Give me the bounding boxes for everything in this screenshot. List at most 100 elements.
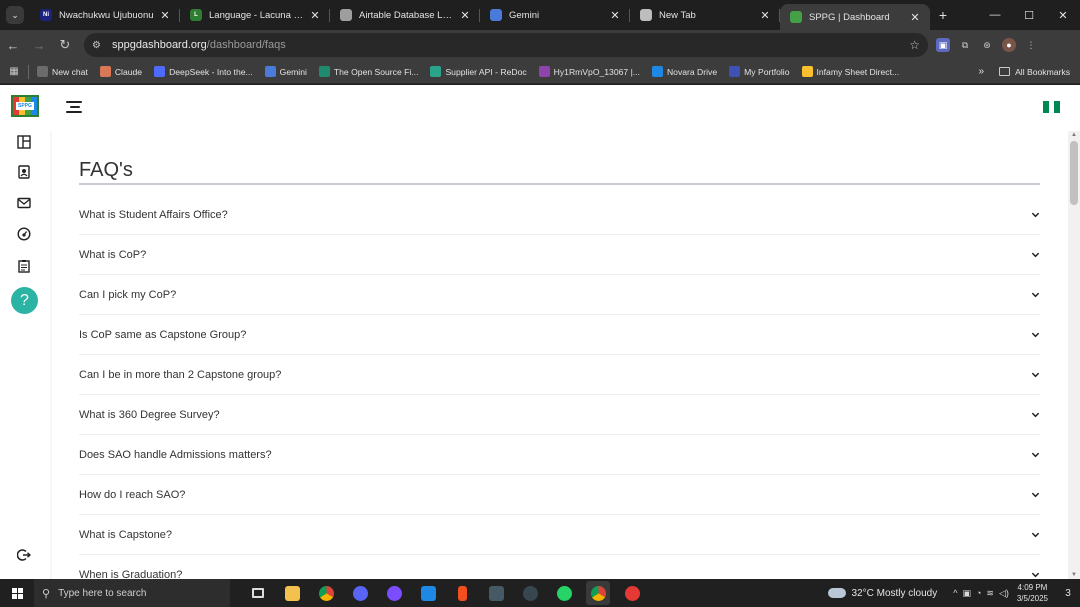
notification-icon[interactable]: 3	[1056, 579, 1080, 607]
faq-item[interactable]: When is Graduation?	[79, 555, 1040, 579]
bookmark-item[interactable]: Claude	[99, 66, 142, 77]
tab-close-icon[interactable]: ✕	[758, 9, 772, 22]
faq-item[interactable]: Does SAO handle Admissions matters?	[79, 435, 1040, 475]
tab-search-icon[interactable]: ⌄	[6, 6, 24, 24]
sppg-logo[interactable]: SPPG	[11, 95, 39, 117]
bookmark-item[interactable]: The Open Source Fi...	[318, 66, 418, 77]
apps-grid-icon[interactable]: ▦	[0, 66, 28, 77]
chevron-down-icon[interactable]	[1030, 530, 1040, 540]
app-icon[interactable]	[382, 581, 406, 605]
discord-icon[interactable]	[348, 581, 372, 605]
faq-item[interactable]: Is CoP same as Capstone Group?	[79, 315, 1040, 355]
reload-icon[interactable]: ↻	[52, 32, 78, 58]
faq-item[interactable]: What is Student Affairs Office?	[79, 195, 1040, 235]
faq-item[interactable]: What is Capstone?	[79, 515, 1040, 555]
bookmark-item[interactable]: DeepSeek - Into the...	[154, 66, 253, 77]
bookmark-item[interactable]: Gemini	[264, 66, 307, 77]
scroll-up-icon[interactable]: ▲	[1071, 132, 1077, 138]
tab-close-icon[interactable]: ✕	[158, 9, 172, 22]
logout-icon[interactable]	[16, 548, 32, 562]
browser-tab[interactable]: L Language - Lacuna Fund ✕	[180, 0, 330, 30]
browser-tab[interactable]: Airtable Database Limitatio ✕	[330, 0, 480, 30]
browser-tab[interactable]: New Tab ✕	[630, 0, 780, 30]
chevron-up-icon[interactable]: ^	[953, 588, 957, 599]
faq-item[interactable]: What is 360 Degree Survey?	[79, 395, 1040, 435]
mail-icon[interactable]	[17, 196, 31, 210]
faq-item[interactable]: What is CoP?	[79, 235, 1040, 275]
chevron-down-icon[interactable]	[1030, 290, 1040, 300]
faq-item[interactable]: Can I pick my CoP?	[79, 275, 1040, 315]
chevron-down-icon[interactable]	[1030, 210, 1040, 220]
bookmark-item[interactable]: Supplier API - ReDoc	[430, 66, 527, 77]
chevron-down-icon[interactable]	[1030, 250, 1040, 260]
page-scrollbar[interactable]: ▲ ▼	[1068, 131, 1080, 579]
app-icon-2[interactable]	[518, 581, 542, 605]
volume-icon[interactable]: ◁)	[999, 588, 1009, 599]
back-icon[interactable]: ←	[0, 32, 26, 58]
faq-item[interactable]: How do I reach SAO?	[79, 475, 1040, 515]
browser-tab[interactable]: SPPG | Dashboard ✕	[780, 4, 930, 30]
chevron-down-icon[interactable]	[1030, 370, 1040, 380]
help-icon[interactable]: ?	[11, 287, 38, 314]
resolve-icon[interactable]	[484, 581, 508, 605]
vscode-icon[interactable]	[416, 581, 440, 605]
bookmark-item[interactable]: My Portfolio	[729, 66, 790, 77]
extension-icon[interactable]: ▣	[936, 38, 950, 52]
wifi-icon[interactable]: ≋	[986, 588, 994, 599]
menu-toggle-icon[interactable]	[66, 101, 82, 113]
tab-close-icon[interactable]: ✕	[608, 9, 622, 22]
task-view-icon[interactable]	[246, 581, 270, 605]
chrome-profile-icon[interactable]	[586, 581, 610, 605]
menu-kebab-icon[interactable]: ⋮	[1024, 38, 1038, 52]
figma-icon[interactable]	[450, 581, 474, 605]
chevron-down-icon[interactable]	[1030, 570, 1040, 580]
close-window-icon[interactable]: ✕	[1046, 0, 1080, 30]
contacts-icon[interactable]	[17, 165, 31, 179]
chrome-profile-2-icon[interactable]	[620, 581, 644, 605]
site-info-icon[interactable]: ⚙	[92, 40, 106, 51]
puzzle-icon[interactable]: ⧉	[958, 38, 972, 52]
bookmark-item[interactable]: New chat	[37, 66, 88, 77]
minimize-icon[interactable]: —	[978, 0, 1012, 30]
scroll-down-icon[interactable]: ▼	[1071, 572, 1077, 578]
network-icon[interactable]: ◔	[976, 588, 981, 599]
dashboard-icon[interactable]	[17, 135, 31, 149]
tab-close-icon[interactable]: ✕	[308, 9, 322, 22]
browser-tab[interactable]: Ni Nwachukwu Ujubuonu ✕	[30, 0, 180, 30]
bookmark-item[interactable]: Hy1RmVpO_13067 |...	[538, 66, 640, 77]
weather-widget[interactable]: 32°C Mostly cloudy	[827, 588, 937, 599]
new-tab-button[interactable]: +	[930, 7, 956, 23]
browser-tab[interactable]: Gemini ✕	[480, 0, 630, 30]
address-bar[interactable]: ⚙ sppgdashboard.org/dashboard/faqs ☆	[84, 33, 928, 57]
profile-avatar[interactable]: ●	[1002, 38, 1016, 52]
tab-title: Nwachukwu Ujubuonu	[59, 9, 154, 21]
chevron-down-icon[interactable]	[1030, 450, 1040, 460]
tab-close-icon[interactable]: ✕	[908, 11, 922, 24]
chevron-down-icon[interactable]	[1030, 330, 1040, 340]
chrome-icon[interactable]	[314, 581, 338, 605]
sync-icon[interactable]: ⊛	[980, 38, 994, 52]
clock[interactable]: 4:09 PM 3/5/2025	[1017, 582, 1048, 604]
taskbar-search[interactable]: ⚲ Type here to search	[34, 579, 230, 607]
bookmark-star-icon[interactable]: ☆	[909, 38, 920, 52]
tray-app-icon[interactable]: ▣	[962, 588, 971, 599]
whatsapp-icon[interactable]	[552, 581, 576, 605]
tab-title: Airtable Database Limitatio	[359, 9, 454, 21]
start-button[interactable]	[0, 587, 34, 599]
file-explorer-icon[interactable]	[280, 581, 304, 605]
tab-close-icon[interactable]: ✕	[458, 9, 472, 22]
bookmark-item[interactable]: Novara Drive	[651, 66, 717, 77]
chevron-down-icon[interactable]	[1030, 490, 1040, 500]
bookmark-item[interactable]: Infamy Sheet Direct...	[801, 66, 899, 77]
gauge-icon[interactable]	[17, 227, 31, 241]
forward-icon[interactable]: →	[26, 32, 52, 58]
scrollbar-thumb[interactable]	[1070, 141, 1078, 205]
bookmarks-overflow-icon[interactable]: »	[978, 66, 984, 77]
nigeria-flag-icon[interactable]	[1043, 101, 1061, 113]
faq-question: What is Student Affairs Office?	[79, 208, 228, 221]
faq-item[interactable]: Can I be in more than 2 Capstone group?	[79, 355, 1040, 395]
clipboard-icon[interactable]	[17, 259, 31, 273]
chevron-down-icon[interactable]	[1030, 410, 1040, 420]
maximize-icon[interactable]: ☐	[1012, 0, 1046, 30]
all-bookmarks-button[interactable]: All Bookmarks	[999, 67, 1070, 77]
